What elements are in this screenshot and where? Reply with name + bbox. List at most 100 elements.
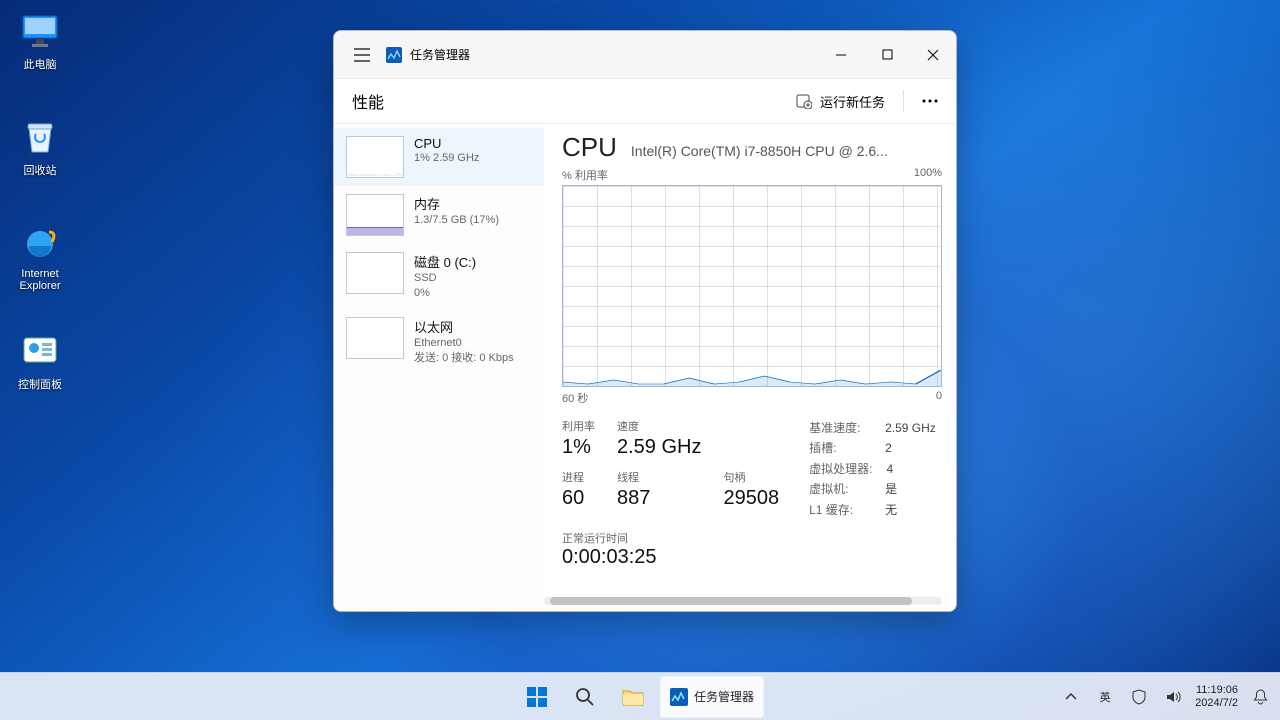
processes-value: 60 <box>562 487 595 510</box>
hamburger-button[interactable] <box>342 31 382 79</box>
sidebar-item-subtitle: 1% 2.59 GHz <box>414 151 479 166</box>
sidebar-item-title: 内存 <box>414 194 499 213</box>
monitor-icon <box>19 10 61 52</box>
task-manager-icon <box>386 47 402 63</box>
cpu-usage-chart[interactable] <box>562 185 942 387</box>
volume-icon <box>1165 689 1181 705</box>
bell-icon <box>1253 689 1268 705</box>
ime-indicator[interactable]: 英 <box>1093 685 1117 709</box>
tray-overflow-button[interactable] <box>1059 685 1083 709</box>
control-panel-icon <box>19 330 61 372</box>
more-button[interactable] <box>912 85 948 117</box>
sidebar-item-subtitle: SSD <box>414 271 476 286</box>
utilization-label: 利用率 <box>562 418 595 434</box>
tray-notifications-button[interactable] <box>1248 685 1272 709</box>
windows-start-icon <box>526 686 548 708</box>
memory-thumbnail-icon <box>346 194 404 236</box>
metric-title: CPU <box>562 132 617 163</box>
cpu-thumbnail-icon <box>346 136 404 178</box>
titlebar[interactable]: 任务管理器 <box>334 31 956 79</box>
tray-clock[interactable]: 11:19:06 2024/7/2 <box>1195 684 1238 709</box>
shield-icon <box>1131 689 1147 705</box>
taskbar-item-label: 任务管理器 <box>694 688 754 705</box>
desktop-icon-internet-explorer[interactable]: Internet Explorer <box>10 222 70 292</box>
sidebar-item-title: 磁盘 0 (C:) <box>414 252 476 271</box>
sidebar-item-title: CPU <box>414 136 479 151</box>
y-axis-label: % 利用率 <box>562 167 608 183</box>
tray-volume-button[interactable] <box>1161 685 1185 709</box>
sidebar-item-disk[interactable]: 磁盘 0 (C:) SSD 0% <box>334 244 544 309</box>
sockets-value: 2 <box>885 438 892 458</box>
sidebar-item-subtitle: 1.3/7.5 GB (17%) <box>414 213 499 228</box>
maximize-icon <box>882 49 893 60</box>
basespeed-label: 基准速度: <box>809 418 871 438</box>
disk-thumbnail-icon <box>346 252 404 294</box>
chevron-up-icon <box>1065 691 1077 703</box>
cpu-line-icon <box>563 362 941 386</box>
clock-date: 2024/7/2 <box>1195 697 1238 710</box>
ethernet-thumbnail-icon <box>346 317 404 359</box>
vm-value: 是 <box>885 479 897 499</box>
basespeed-value: 2.59 GHz <box>885 418 936 438</box>
utilization-value: 1% <box>562 436 595 459</box>
desktop-icon-label: 回收站 <box>10 162 70 178</box>
recycle-bin-icon <box>19 116 61 158</box>
desktop-icon-label: 控制面板 <box>10 376 70 392</box>
search-icon <box>575 687 595 707</box>
l1-label: L1 缓存: <box>809 500 871 520</box>
close-icon <box>927 49 939 61</box>
scrollbar-thumb[interactable] <box>550 597 912 605</box>
folder-icon <box>622 688 644 706</box>
internet-explorer-icon <box>19 222 61 264</box>
sidebar-item-title: 以太网 <box>414 317 514 336</box>
vm-label: 虚拟机: <box>809 479 871 499</box>
file-explorer-button[interactable] <box>612 676 654 718</box>
vproc-label: 虚拟处理器: <box>809 459 872 479</box>
desktop-icon-control-panel[interactable]: 控制面板 <box>10 330 70 392</box>
search-button[interactable] <box>564 676 606 718</box>
taskbar: 任务管理器 英 11:19:06 2024/7/2 <box>0 672 1280 720</box>
main-panel: CPU Intel(R) Core(TM) i7-8850H CPU @ 2.6… <box>544 124 956 611</box>
sidebar-item-ethernet[interactable]: 以太网 Ethernet0 发送: 0 接收: 0 Kbps <box>334 309 544 374</box>
threads-label: 线程 <box>617 469 701 485</box>
sidebar-item-cpu[interactable]: CPU 1% 2.59 GHz <box>334 128 544 186</box>
taskbar-item-task-manager[interactable]: 任务管理器 <box>660 676 764 718</box>
start-button[interactable] <box>516 676 558 718</box>
minimize-button[interactable] <box>818 34 864 76</box>
horizontal-scrollbar[interactable] <box>544 597 942 605</box>
task-manager-icon <box>670 688 688 706</box>
sidebar-item-subtitle: 0% <box>414 286 476 301</box>
desktop-icon-label: Internet Explorer <box>10 268 70 292</box>
clock-time: 11:19:06 <box>1195 684 1238 697</box>
run-new-task-label: 运行新任务 <box>820 92 885 111</box>
handles-label: 句柄 <box>723 469 779 485</box>
vproc-value: 4 <box>886 459 893 479</box>
sidebar-item-memory[interactable]: 内存 1.3/7.5 GB (17%) <box>334 186 544 244</box>
handles-value: 29508 <box>723 487 779 510</box>
cpu-model: Intel(R) Core(TM) i7-8850H CPU @ 2.6... <box>631 143 942 159</box>
run-new-task-icon <box>796 93 812 109</box>
uptime-value: 0:00:03:25 <box>562 546 942 569</box>
desktop-icon-this-pc[interactable]: 此电脑 <box>10 10 70 72</box>
processes-label: 进程 <box>562 469 595 485</box>
sidebar-item-subtitle: 发送: 0 接收: 0 Kbps <box>414 351 514 366</box>
tray-security-icon[interactable] <box>1127 685 1151 709</box>
sidebar-item-subtitle: Ethernet0 <box>414 336 514 351</box>
maximize-button[interactable] <box>864 34 910 76</box>
desktop-icon-recycle-bin[interactable]: 回收站 <box>10 116 70 178</box>
speed-label: 速度 <box>617 418 701 434</box>
uptime-label: 正常运行时间 <box>562 530 942 546</box>
toolbar-divider <box>903 90 904 112</box>
desktop-icon-label: 此电脑 <box>10 56 70 72</box>
section-title: 性能 <box>352 89 384 113</box>
sockets-label: 插槽: <box>809 438 871 458</box>
window-title: 任务管理器 <box>410 46 470 63</box>
run-new-task-button[interactable]: 运行新任务 <box>786 86 895 117</box>
x-axis-left: 60 秒 <box>562 390 588 406</box>
x-axis-right: 0 <box>936 390 942 406</box>
task-manager-window: 任务管理器 性能 运行新任务 <box>333 30 957 612</box>
close-button[interactable] <box>910 34 956 76</box>
speed-value: 2.59 GHz <box>617 436 701 459</box>
minimize-icon <box>835 49 847 61</box>
threads-value: 887 <box>617 487 701 510</box>
